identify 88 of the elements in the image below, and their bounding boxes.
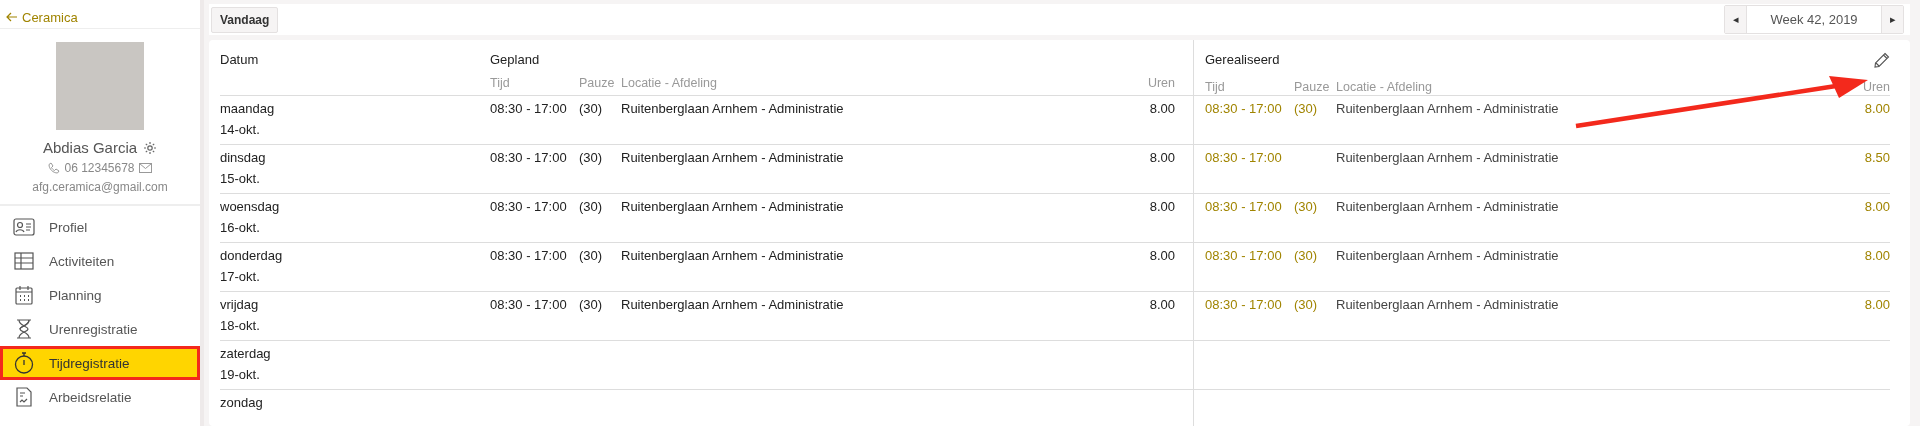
id-card-icon: [13, 218, 35, 236]
hours-value: 8.50: [1864, 150, 1890, 165]
pause-minutes: (30): [579, 150, 604, 165]
section-title: Gerealiseerd: [1205, 52, 1281, 69]
time-column-header: Tijd: [490, 76, 511, 90]
location-text: Ruitenberglaan Arnhem - Administratie: [621, 248, 845, 263]
location-text: Ruitenberglaan Arnhem - Administratie: [621, 101, 845, 116]
column-header: Datum: [220, 52, 260, 67]
location-text: Ruitenberglaan Arnhem - Administratie: [1336, 199, 1560, 214]
time-range: 08:30 - 17:00: [490, 248, 568, 263]
date-text: 16-okt.: [220, 220, 261, 235]
location-text: Ruitenberglaan Arnhem - Administratie: [621, 150, 845, 165]
calendar-icon: [15, 285, 33, 305]
pause-column-header: Pauze: [579, 76, 616, 90]
date-text: 19-okt.: [220, 367, 261, 382]
time-range: 08:30 - 17:00: [490, 297, 568, 312]
nav-item[interactable]: Arbeidsrelatie: [0, 380, 200, 414]
hours-column-header: Uren: [1147, 76, 1176, 90]
date-text: 17-okt.: [220, 269, 261, 284]
settings-icon[interactable]: [143, 140, 158, 155]
location-text: Ruitenberglaan Arnhem - Administratie: [621, 199, 845, 214]
hours-value: 8.00: [1864, 101, 1890, 116]
pause-minutes: (30): [1294, 297, 1319, 312]
pause-minutes: (30): [1294, 248, 1319, 263]
date-text: 15-okt.: [220, 171, 261, 186]
location-text: Ruitenberglaan Arnhem - Administratie: [621, 297, 845, 312]
hours-value: 8.00: [1864, 199, 1890, 214]
email-address: afg.ceramica@gmail.com: [32, 180, 168, 194]
location-text: Ruitenberglaan Arnhem - Administratie: [1336, 101, 1560, 116]
nav-item[interactable]: Activiteiten: [0, 244, 200, 278]
edit-icon[interactable]: [1874, 52, 1890, 68]
user-name: Abdias Garcia: [42, 139, 138, 156]
previous-week-button[interactable]: ◂: [1725, 6, 1746, 33]
hours-value: 8.00: [1149, 199, 1176, 214]
back-arrow-icon: [6, 12, 18, 22]
pause-minutes: (30): [579, 248, 604, 263]
hours-value: 8.00: [1864, 248, 1890, 263]
date-text: 18-okt.: [220, 318, 261, 333]
time-range: 08:30 - 17:00: [1205, 248, 1283, 263]
pause-minutes: (30): [579, 101, 604, 116]
back-link[interactable]: Ceramica: [0, 0, 200, 29]
day-name: dinsdag: [220, 150, 267, 165]
stopwatch-icon: [14, 352, 34, 374]
table-icon: [14, 252, 34, 270]
next-week-button[interactable]: ▸: [1882, 6, 1903, 33]
location-text: Ruitenberglaan Arnhem - Administratie: [1336, 150, 1560, 165]
location-column-header: Locatie - Afdeling: [621, 76, 718, 90]
hours-value: 8.00: [1149, 297, 1176, 312]
day-name: vrijdag: [220, 297, 260, 312]
time-range: 08:30 - 17:00: [1205, 297, 1283, 312]
location-column-header: Locatie - Afdeling: [1336, 80, 1433, 94]
nav-item[interactable]: Planning: [0, 278, 200, 312]
time-range: 08:30 - 17:00: [490, 101, 568, 116]
day-name: donderdag: [220, 248, 284, 263]
today-button[interactable]: Vandaag: [211, 6, 279, 33]
mail-icon[interactable]: [138, 163, 152, 173]
document-icon: [16, 387, 32, 407]
pause-column-header: Pauze: [1294, 80, 1331, 94]
hours-column-header: Uren: [1862, 80, 1890, 94]
time-column-header: Tijd: [1205, 80, 1226, 94]
hours-value: 8.00: [1149, 101, 1176, 116]
pause-minutes: (30): [579, 297, 604, 312]
time-range: 08:30 - 17:00: [490, 199, 568, 214]
hours-value: 8.00: [1864, 297, 1890, 312]
time-range: 08:30 - 17:00: [1205, 101, 1283, 116]
hours-value: 8.00: [1149, 248, 1176, 263]
hourglass-icon: [16, 319, 32, 339]
pause-minutes: (30): [1294, 101, 1319, 116]
week-label: Week 42, 2019: [1746, 6, 1882, 33]
time-range: 08:30 - 17:00: [1205, 150, 1283, 165]
day-name: zaterdag: [220, 346, 272, 361]
location-text: Ruitenberglaan Arnhem - Administratie: [1336, 248, 1560, 263]
date-text: 14-okt.: [220, 122, 261, 137]
nav-item[interactable]: Urenregistratie: [0, 312, 200, 346]
nav-item[interactable]: Tijdregistratie: [0, 346, 200, 380]
hours-value: 8.00: [1149, 150, 1176, 165]
day-name: woensdag: [220, 199, 281, 214]
time-range: 08:30 - 17:00: [1205, 199, 1283, 214]
day-name: zondag: [220, 395, 264, 410]
pause-minutes: (30): [1294, 199, 1319, 214]
day-name: maandag: [220, 101, 276, 116]
location-text: Ruitenberglaan Arnhem - Administratie: [1336, 297, 1560, 312]
phone-icon: [48, 162, 61, 174]
phone-number: 06 12345678: [64, 161, 135, 175]
nav-item[interactable]: Profiel: [0, 210, 200, 244]
section-title: Gepland: [490, 52, 541, 67]
pause-minutes: (30): [579, 199, 604, 214]
time-range: 08:30 - 17:00: [490, 150, 568, 165]
